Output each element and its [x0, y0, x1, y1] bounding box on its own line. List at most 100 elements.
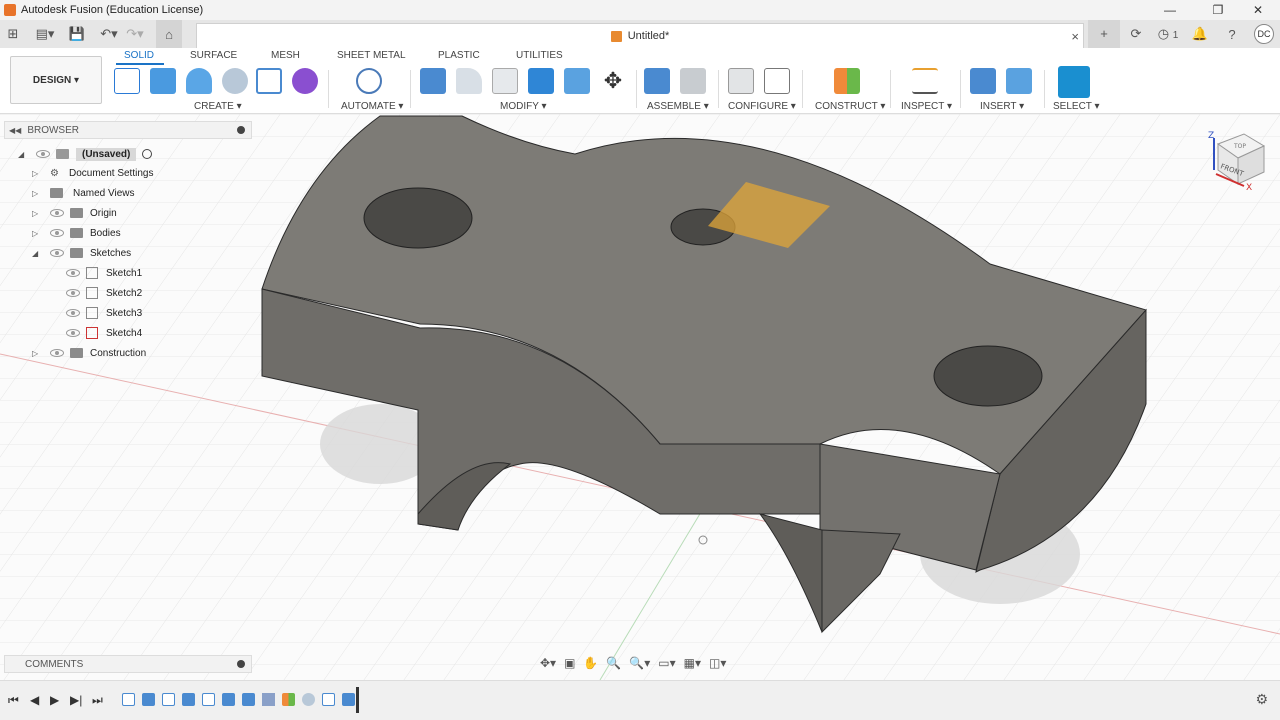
- automate-icon[interactable]: [356, 68, 382, 94]
- tree-item-construction[interactable]: ▷ Construction: [32, 344, 146, 362]
- configure-menu[interactable]: CONFIGURE ▾: [728, 101, 796, 112]
- look-at-icon[interactable]: ▣: [564, 656, 575, 670]
- assemble-menu[interactable]: ASSEMBLE ▾: [647, 101, 709, 112]
- tab-solid[interactable]: SOLID: [124, 50, 154, 61]
- shell-icon[interactable]: [492, 68, 518, 94]
- tab-sheet-metal[interactable]: SHEET METAL: [337, 50, 406, 61]
- hole-left[interactable]: [363, 187, 473, 249]
- tree-item-sketches[interactable]: ◢ Sketches: [32, 244, 131, 262]
- home-icon[interactable]: ⌂: [156, 20, 182, 48]
- undo-icon[interactable]: ↶▾: [96, 20, 122, 48]
- create-menu[interactable]: CREATE ▾: [194, 101, 242, 112]
- play-icon[interactable]: ▶: [50, 693, 59, 707]
- user-avatar[interactable]: DC: [1254, 24, 1274, 44]
- design-workspace-button[interactable]: DESIGN ▾: [10, 56, 102, 104]
- timeline-extrude-icon[interactable]: [182, 693, 195, 706]
- add-comment-icon[interactable]: [237, 660, 245, 668]
- timeline-sketch-icon[interactable]: [322, 693, 335, 706]
- construct-menu[interactable]: CONSTRUCT ▾: [815, 101, 885, 112]
- redo-icon[interactable]: ↷▾: [122, 20, 148, 48]
- expand-icon[interactable]: ▷: [32, 349, 42, 358]
- split-body-icon[interactable]: [564, 68, 590, 94]
- go-to-end-icon[interactable]: ⏭: [92, 693, 103, 708]
- expand-icon[interactable]: ▷: [32, 169, 42, 178]
- pan-icon[interactable]: ✋: [583, 656, 598, 670]
- select-menu[interactable]: SELECT ▾: [1053, 101, 1100, 112]
- tab-surface[interactable]: SURFACE: [190, 50, 237, 61]
- file-menu-icon[interactable]: ▤▾: [32, 20, 58, 48]
- help-icon[interactable]: ?: [1216, 27, 1248, 42]
- viewports-icon[interactable]: ◫▾: [709, 656, 726, 670]
- tree-item-bodies[interactable]: ▷ Bodies: [32, 224, 121, 242]
- tab-utilities[interactable]: UTILITIES: [516, 50, 563, 61]
- configure-icon[interactable]: [728, 68, 754, 94]
- new-component-icon[interactable]: [644, 68, 670, 94]
- select-cursor-icon[interactable]: [1058, 66, 1090, 98]
- tree-root[interactable]: ◢ (Unsaved): [18, 145, 153, 163]
- timeline-sketch-icon[interactable]: [162, 693, 175, 706]
- zoom-icon[interactable]: 🔍: [606, 656, 621, 670]
- tree-item-sketch2[interactable]: Sketch2: [66, 284, 142, 302]
- extrude-icon[interactable]: [150, 68, 176, 94]
- insert-canvas-icon[interactable]: [1006, 68, 1032, 94]
- visibility-icon[interactable]: [50, 349, 64, 357]
- display-settings-icon[interactable]: ▭▾: [658, 656, 675, 670]
- timeline-construction-icon[interactable]: [282, 693, 295, 706]
- tree-item-sketch3[interactable]: Sketch3: [66, 304, 142, 322]
- tree-item-named-views[interactable]: ▷ Named Views: [32, 184, 135, 202]
- model-canvas[interactable]: [0, 114, 1280, 680]
- activate-radio-icon[interactable]: [142, 149, 153, 159]
- visibility-icon[interactable]: [66, 309, 80, 317]
- modify-menu[interactable]: MODIFY ▾: [500, 101, 547, 112]
- expand-icon[interactable]: ▷: [32, 229, 42, 238]
- timeline-plane-icon[interactable]: [262, 693, 275, 706]
- visibility-icon[interactable]: [66, 269, 80, 277]
- visibility-icon[interactable]: [50, 209, 64, 217]
- expand-icon[interactable]: ▷: [32, 189, 42, 198]
- grid-menu-icon[interactable]: ⊞: [0, 20, 26, 48]
- press-pull-icon[interactable]: [420, 68, 446, 94]
- joint-icon[interactable]: [680, 68, 706, 94]
- save-icon[interactable]: 💾: [64, 20, 90, 48]
- combine-icon[interactable]: [528, 68, 554, 94]
- tab-plastic[interactable]: PLASTIC: [438, 50, 480, 61]
- maximize-button[interactable]: ❐: [1200, 0, 1236, 20]
- extensions-icon[interactable]: ⟳: [1120, 26, 1152, 42]
- visibility-icon[interactable]: [50, 249, 64, 257]
- document-tab[interactable]: Untitled* ×: [196, 23, 1084, 48]
- insert-menu[interactable]: INSERT ▾: [980, 101, 1024, 112]
- visibility-icon[interactable]: [66, 329, 80, 337]
- timeline-extrude-icon[interactable]: [242, 693, 255, 706]
- hole-right[interactable]: [933, 345, 1043, 407]
- create-sketch-icon[interactable]: [114, 68, 140, 94]
- offset-plane-icon[interactable]: [834, 68, 860, 94]
- step-forward-icon[interactable]: ▶|: [70, 693, 82, 707]
- collapse-browser-icon[interactable]: ◀◀: [9, 126, 21, 135]
- revolve-icon[interactable]: [186, 68, 212, 94]
- job-status-icon[interactable]: ◷ 1: [1152, 26, 1184, 42]
- timeline-sketch-icon[interactable]: [202, 693, 215, 706]
- orbit-icon[interactable]: ✥▾: [540, 656, 556, 670]
- tree-item-sketch1[interactable]: Sketch1: [66, 264, 142, 282]
- visibility-icon[interactable]: [36, 150, 50, 158]
- timeline-hole-icon[interactable]: [302, 693, 315, 706]
- form-icon[interactable]: [292, 68, 318, 94]
- fillet-icon[interactable]: [456, 68, 482, 94]
- go-to-start-icon[interactable]: ⏮: [8, 693, 19, 708]
- tab-mesh[interactable]: MESH: [271, 50, 300, 61]
- view-cube[interactable]: Z X FRONT TOP: [1204, 124, 1274, 197]
- collapse-icon[interactable]: ◢: [32, 249, 42, 258]
- hole-icon[interactable]: [222, 68, 248, 94]
- close-tab-button[interactable]: ×: [1071, 29, 1079, 44]
- visibility-icon[interactable]: [66, 289, 80, 297]
- comments-panel[interactable]: COMMENTS: [4, 655, 252, 673]
- insert-derive-icon[interactable]: [970, 68, 996, 94]
- timeline-sketch-icon[interactable]: [122, 693, 135, 706]
- notifications-icon[interactable]: 🔔: [1184, 26, 1216, 42]
- timeline-marker[interactable]: [356, 687, 359, 713]
- inspect-menu[interactable]: INSPECT ▾: [901, 101, 952, 112]
- timeline-extrude-icon[interactable]: [342, 693, 355, 706]
- tree-item-document-settings[interactable]: ▷ ⚙ Document Settings: [32, 164, 153, 182]
- tree-item-origin[interactable]: ▷ Origin: [32, 204, 117, 222]
- expand-icon[interactable]: ▷: [32, 209, 42, 218]
